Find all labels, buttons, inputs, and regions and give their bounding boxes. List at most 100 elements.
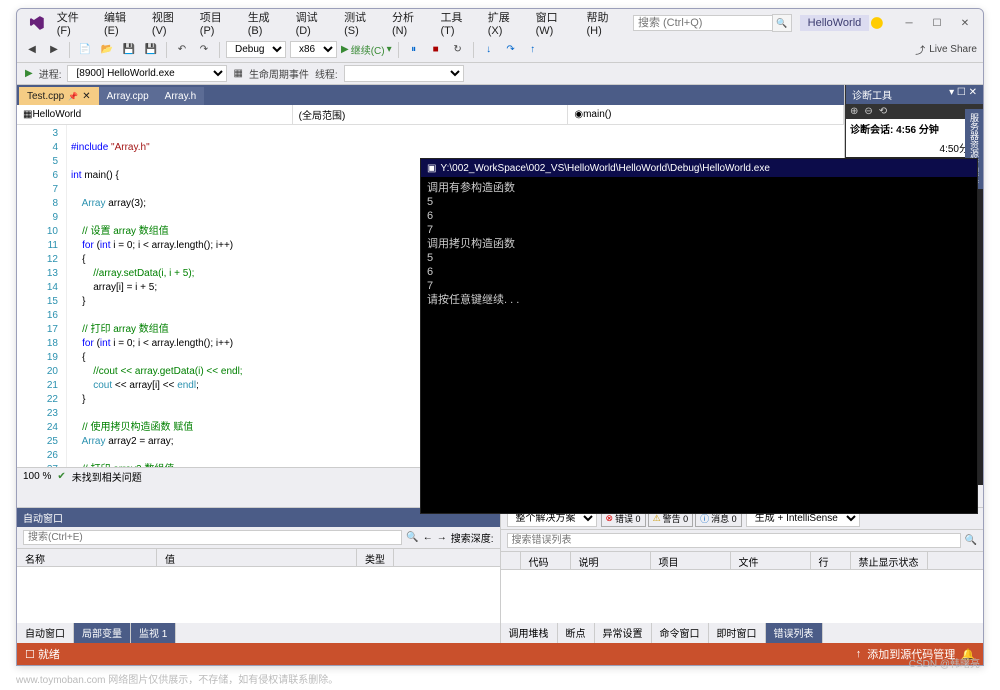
tab-callstack[interactable]: 调用堆栈: [501, 623, 558, 643]
console-icon: ▣: [427, 163, 436, 174]
console-titlebar: ▣ Y:\002_WorkSpace\002_VS\HelloWorld\Hel…: [421, 159, 977, 177]
vcs-icon[interactable]: ↑: [856, 648, 862, 660]
live-share-button[interactable]: ⤴ Live Share: [915, 42, 977, 57]
col-value[interactable]: 值: [157, 549, 357, 566]
restart-icon[interactable]: ↻: [449, 41, 467, 59]
col-code[interactable]: 代码: [521, 552, 571, 569]
menu-extensions[interactable]: 扩展(X): [484, 8, 528, 39]
menu-debug[interactable]: 调试(D): [292, 8, 336, 39]
tab-command[interactable]: 命令窗口: [652, 623, 709, 643]
nav-back-icon[interactable]: ◀: [23, 41, 41, 59]
menu-project[interactable]: 项目(P): [196, 8, 240, 39]
process-dropdown[interactable]: [8900] HelloWorld.exe: [67, 65, 227, 82]
errorlist-panel: 整个解决方案 ⊗错误 0 ⚠警告 0 ⓘ消息 0 生成 + IntelliSen…: [501, 508, 984, 643]
errorlist-search-input[interactable]: [507, 533, 961, 548]
tab-watch[interactable]: 监视 1: [131, 623, 176, 643]
menu-test[interactable]: 测试(S): [340, 8, 384, 39]
autos-body: [17, 567, 500, 623]
menu-tools[interactable]: 工具(T): [436, 8, 479, 39]
menu-edit[interactable]: 编辑(E): [100, 8, 144, 39]
menu-file[interactable]: 文件(F): [53, 8, 96, 39]
redo-icon[interactable]: ↷: [195, 41, 213, 59]
continue-button[interactable]: ▶ 继续(C) ▾: [341, 42, 392, 57]
minimize-button[interactable]: ─: [895, 13, 923, 33]
search-button[interactable]: 🔍: [772, 14, 792, 32]
config-dropdown[interactable]: Debug: [226, 41, 286, 58]
col-type[interactable]: 类型: [357, 549, 394, 566]
tab-immediate[interactable]: 即时窗口: [709, 623, 766, 643]
console-window[interactable]: ▣ Y:\002_WorkSpace\002_VS\HelloWorld\Hel…: [420, 158, 978, 514]
diagnostics-title: 诊断工具▾ ☐ ✕: [846, 85, 983, 104]
close-tab-icon[interactable]: ✕: [82, 91, 90, 102]
no-issues-label: 未找到相关问题: [72, 469, 142, 484]
undo-icon[interactable]: ↶: [173, 41, 191, 59]
zoom-in-icon[interactable]: ⊕: [850, 106, 858, 117]
stop-icon[interactable]: ■: [427, 41, 445, 59]
bottom-panels: 自动窗口 🔍 ← → 搜索深度: 名称 值 类型 自动窗口 局部变量 监视 1: [17, 507, 983, 643]
nav-function[interactable]: ◉ main(): [568, 105, 844, 124]
step-into-icon[interactable]: ↓: [480, 41, 498, 59]
thread-dropdown[interactable]: [344, 65, 464, 82]
nav-next-icon[interactable]: →: [437, 532, 447, 543]
titlebar: 文件(F) 编辑(E) 视图(V) 项目(P) 生成(B) 调试(D) 测试(S…: [17, 9, 983, 37]
nav-scope[interactable]: ▦ HelloWorld: [17, 105, 293, 124]
zoom-level[interactable]: 100 %: [23, 471, 51, 482]
errorlist-headers: 代码 说明 项目 文件 行 禁止显示状态: [501, 552, 984, 570]
lifecycle-label: 生命周期事件: [249, 66, 309, 81]
col-line[interactable]: 行: [811, 552, 851, 569]
main-menu: 文件(F) 编辑(E) 视图(V) 项目(P) 生成(B) 调试(D) 测试(S…: [53, 8, 627, 39]
bottom-tabs-left: 自动窗口 局部变量 监视 1: [17, 623, 500, 643]
step-over-icon[interactable]: ↷: [502, 41, 520, 59]
pin-icon[interactable]: 📌: [68, 92, 78, 101]
watermark-csdn: CSDN @韩曙亮: [909, 655, 980, 670]
tab-autos[interactable]: 自动窗口: [17, 623, 74, 643]
tab-locals[interactable]: 局部变量: [74, 623, 131, 643]
col-name[interactable]: 名称: [17, 549, 157, 566]
reset-zoom-icon[interactable]: ⟲: [879, 106, 887, 117]
process-label: 进程:: [39, 66, 62, 81]
console-output: 调用有参构造函数 5 6 7 调用拷贝构造函数 5 6 7 请按任意键继续. .…: [421, 177, 977, 311]
nav-fwd-icon[interactable]: ▶: [45, 41, 63, 59]
menu-help[interactable]: 帮助(H): [582, 8, 626, 39]
diagnostics-marker: 4:50分钟: [846, 138, 983, 157]
save-icon[interactable]: 💾: [120, 41, 138, 59]
menu-build[interactable]: 生成(B): [244, 8, 288, 39]
tab-array-cpp[interactable]: Array.cpp: [99, 87, 157, 105]
tab-breakpoints[interactable]: 断点: [558, 623, 595, 643]
menu-view[interactable]: 视图(V): [148, 8, 192, 39]
diagnostics-session: 诊断会话: 4:56 分钟: [846, 119, 983, 138]
step-out-icon[interactable]: ↑: [524, 41, 542, 59]
col-suppress[interactable]: 禁止显示状态: [851, 552, 928, 569]
menu-window[interactable]: 窗口(W): [532, 8, 579, 39]
nav-prev-icon[interactable]: ←: [423, 532, 433, 543]
autos-search-input[interactable]: [23, 530, 402, 545]
search-icon[interactable]: 🔍: [965, 535, 977, 546]
lifecycle-icon[interactable]: ▦: [233, 68, 242, 79]
maximize-button[interactable]: ☐: [923, 13, 951, 33]
debug-toolbar: ▶ 进程: [8900] HelloWorld.exe ▦ 生命周期事件 线程:: [17, 63, 983, 85]
platform-dropdown[interactable]: x86: [290, 41, 337, 58]
search-icon[interactable]: 🔍: [406, 532, 418, 543]
pause-icon[interactable]: ⏸: [405, 41, 423, 59]
thread-label: 线程:: [315, 66, 338, 81]
col-desc[interactable]: 说明: [571, 552, 651, 569]
quick-search-input[interactable]: [633, 15, 773, 31]
close-button[interactable]: ✕: [951, 13, 979, 33]
open-icon[interactable]: 📂: [98, 41, 116, 59]
save-all-icon[interactable]: 💾: [142, 41, 160, 59]
menu-analyze[interactable]: 分析(N): [388, 8, 432, 39]
check-icon: ✔: [57, 471, 65, 482]
tab-array-h[interactable]: Array.h: [157, 87, 205, 105]
feedback-icon[interactable]: [869, 15, 885, 31]
new-project-icon[interactable]: 📄: [76, 41, 94, 59]
statusbar: ☐ 就绪 ↑ 添加到源代码管理 🔔: [17, 643, 983, 665]
tab-test-cpp[interactable]: Test.cpp📌✕: [19, 87, 99, 105]
col-file[interactable]: 文件: [731, 552, 811, 569]
play-icon: ▶: [25, 68, 33, 79]
errorlist-search-bar: 🔍: [501, 530, 984, 552]
col-project[interactable]: 项目: [651, 552, 731, 569]
zoom-out-icon[interactable]: ⊖: [864, 106, 872, 117]
tab-exceptions[interactable]: 异常设置: [595, 623, 652, 643]
nav-member[interactable]: (全局范围): [293, 105, 569, 124]
tab-errorlist[interactable]: 错误列表: [766, 623, 823, 643]
